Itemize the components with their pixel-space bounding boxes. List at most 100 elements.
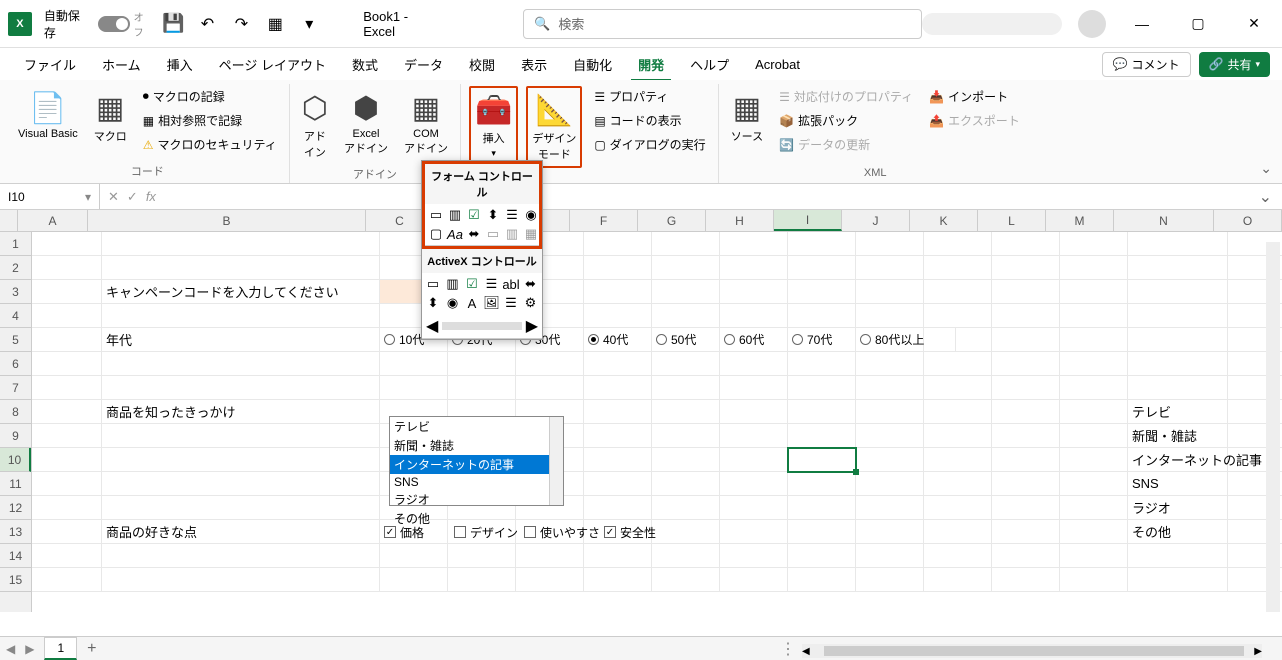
- user-name-badge[interactable]: [922, 13, 1062, 35]
- listbox-scrollbar[interactable]: [549, 417, 563, 505]
- undo-button[interactable]: ↶: [194, 10, 222, 38]
- cell-N11[interactable]: SNS: [1128, 472, 1282, 496]
- form-listbox-icon[interactable]: ☰: [503, 206, 521, 224]
- row-header-10[interactable]: 10: [0, 448, 31, 472]
- formula-expand-button[interactable]: ⌄: [1249, 187, 1282, 207]
- tab-automate[interactable]: 自動化: [561, 49, 624, 80]
- autosave-toggle[interactable]: 自動保存 オフ: [44, 7, 154, 41]
- tab-formulas[interactable]: 数式: [340, 49, 390, 80]
- col-header-J[interactable]: J: [842, 210, 910, 231]
- select-all-corner[interactable]: [0, 210, 18, 232]
- listbox-control[interactable]: テレビ新聞・雑誌インターネットの記事SNSラジオその他: [389, 416, 564, 506]
- listbox-item[interactable]: その他: [390, 509, 563, 528]
- listbox-item[interactable]: テレビ: [390, 417, 563, 436]
- checkbox-安全性[interactable]: ✓安全性: [604, 524, 656, 541]
- row-header-8[interactable]: 8: [0, 400, 31, 424]
- run-dialog-button[interactable]: ▢ダイアログの実行: [590, 134, 709, 155]
- cell-B13[interactable]: 商品の好きな点: [102, 520, 380, 544]
- tab-options[interactable]: ⋮: [780, 639, 796, 659]
- ax-checkbox-icon[interactable]: ☑: [463, 275, 481, 293]
- excel-addins-button[interactable]: ⬢Excel アドイン: [340, 86, 392, 160]
- tab-developer[interactable]: 開発: [626, 49, 676, 80]
- row-header-7[interactable]: 7: [0, 376, 31, 400]
- tab-page-layout[interactable]: ページ レイアウト: [207, 49, 338, 80]
- nav-next-button[interactable]: ▶: [25, 642, 34, 656]
- ax-textbox-icon[interactable]: abl: [502, 275, 520, 293]
- col-header-M[interactable]: M: [1046, 210, 1114, 231]
- radio-10代[interactable]: 10代: [384, 331, 424, 348]
- tab-help[interactable]: ヘルプ: [678, 49, 741, 80]
- listbox-item[interactable]: インターネットの記事: [390, 455, 563, 474]
- quick-access-button[interactable]: ▦: [261, 10, 289, 38]
- tab-review[interactable]: 校閲: [457, 49, 507, 80]
- row-header-12[interactable]: 12: [0, 496, 31, 520]
- form-groupbox-icon[interactable]: ▢: [427, 225, 445, 243]
- close-button[interactable]: ✕: [1234, 9, 1274, 39]
- horizontal-scrollbar[interactable]: ◀▶: [802, 644, 1262, 658]
- radio-50代[interactable]: 50代: [656, 331, 696, 348]
- col-header-F[interactable]: F: [570, 210, 638, 231]
- cell-F5[interactable]: 40代: [584, 328, 652, 352]
- row-header-14[interactable]: 14: [0, 544, 31, 568]
- cell-B8[interactable]: 商品を知ったきっかけ: [102, 400, 380, 424]
- cell-J5[interactable]: 80代以上: [856, 328, 956, 352]
- ax-image-icon[interactable]: 🖼: [483, 294, 501, 312]
- record-macro-button[interactable]: ⏺マクロの記録: [139, 86, 281, 107]
- radio-60代[interactable]: 60代: [724, 331, 764, 348]
- radio-70代[interactable]: 70代: [792, 331, 832, 348]
- tab-data[interactable]: データ: [392, 49, 455, 80]
- form-scrollbar-icon[interactable]: ⬌: [465, 225, 483, 243]
- view-code-button[interactable]: ▤コードの表示: [590, 110, 709, 131]
- ax-option-icon[interactable]: ◉: [444, 294, 462, 312]
- cancel-formula-icon[interactable]: ✕: [108, 189, 119, 205]
- com-addins-button[interactable]: ▦COM アドイン: [400, 86, 452, 160]
- design-mode-button[interactable]: 📐デザイン モード: [526, 86, 582, 168]
- cell-I10[interactable]: [788, 448, 856, 472]
- user-avatar[interactable]: [1078, 10, 1106, 38]
- customize-qa-button[interactable]: ▾: [295, 10, 323, 38]
- row-header-1[interactable]: 1: [0, 232, 31, 256]
- ribbon-collapse-button[interactable]: ⌄: [1260, 160, 1272, 177]
- form-spinner-icon[interactable]: ⬍: [484, 206, 502, 224]
- ax-more-icon[interactable]: ⚙: [522, 294, 540, 312]
- tab-view[interactable]: 表示: [509, 49, 559, 80]
- fx-icon[interactable]: fx: [146, 189, 156, 205]
- cell-N13[interactable]: その他: [1128, 520, 1282, 544]
- macros-button[interactable]: ▦ マクロ: [90, 86, 131, 148]
- tab-file[interactable]: ファイル: [12, 49, 88, 80]
- form-button-icon[interactable]: ▭: [427, 206, 445, 224]
- ax-toggle-icon[interactable]: ☰: [502, 294, 520, 312]
- cell-I5[interactable]: 70代: [788, 328, 856, 352]
- col-header-H[interactable]: H: [706, 210, 774, 231]
- cell-N10[interactable]: インターネットの記事: [1128, 448, 1282, 472]
- cell-B3[interactable]: キャンペーンコードを入力してください: [102, 280, 380, 304]
- popup-scrollbar[interactable]: ◀▶: [422, 314, 542, 338]
- tab-acrobat[interactable]: Acrobat: [743, 51, 812, 78]
- tab-home[interactable]: ホーム: [90, 49, 153, 80]
- ax-listbox-icon[interactable]: ☰: [483, 275, 501, 293]
- listbox-item[interactable]: SNS: [390, 474, 563, 490]
- row-header-2[interactable]: 2: [0, 256, 31, 280]
- radio-80代以上[interactable]: 80代以上: [860, 331, 924, 348]
- name-box[interactable]: I10▾: [0, 184, 100, 209]
- row-header-4[interactable]: 4: [0, 304, 31, 328]
- sheet-tab-1[interactable]: 1: [44, 637, 77, 660]
- vertical-scrollbar[interactable]: [1266, 242, 1280, 612]
- col-header-A[interactable]: A: [18, 210, 88, 231]
- visual-basic-button[interactable]: 📄 Visual Basic: [14, 86, 82, 144]
- form-option-icon[interactable]: ◉: [522, 206, 540, 224]
- col-header-O[interactable]: O: [1214, 210, 1282, 231]
- insert-control-button[interactable]: 🧰挿入▾: [469, 86, 518, 165]
- ax-button-icon[interactable]: ▭: [424, 275, 442, 293]
- radio-40代[interactable]: 40代: [588, 331, 628, 348]
- col-header-N[interactable]: N: [1114, 210, 1214, 231]
- cell-N12[interactable]: ラジオ: [1128, 496, 1282, 520]
- row-header-6[interactable]: 6: [0, 352, 31, 376]
- row-header-5[interactable]: 5: [0, 328, 31, 352]
- addins-button[interactable]: ⬡アド イン: [298, 86, 332, 164]
- ax-label-icon[interactable]: A: [463, 294, 481, 312]
- col-header-G[interactable]: G: [638, 210, 706, 231]
- ax-scrollbar-icon[interactable]: ⬌: [522, 275, 540, 293]
- form-label-icon[interactable]: Aa: [446, 225, 464, 243]
- tab-insert[interactable]: 挿入: [155, 49, 205, 80]
